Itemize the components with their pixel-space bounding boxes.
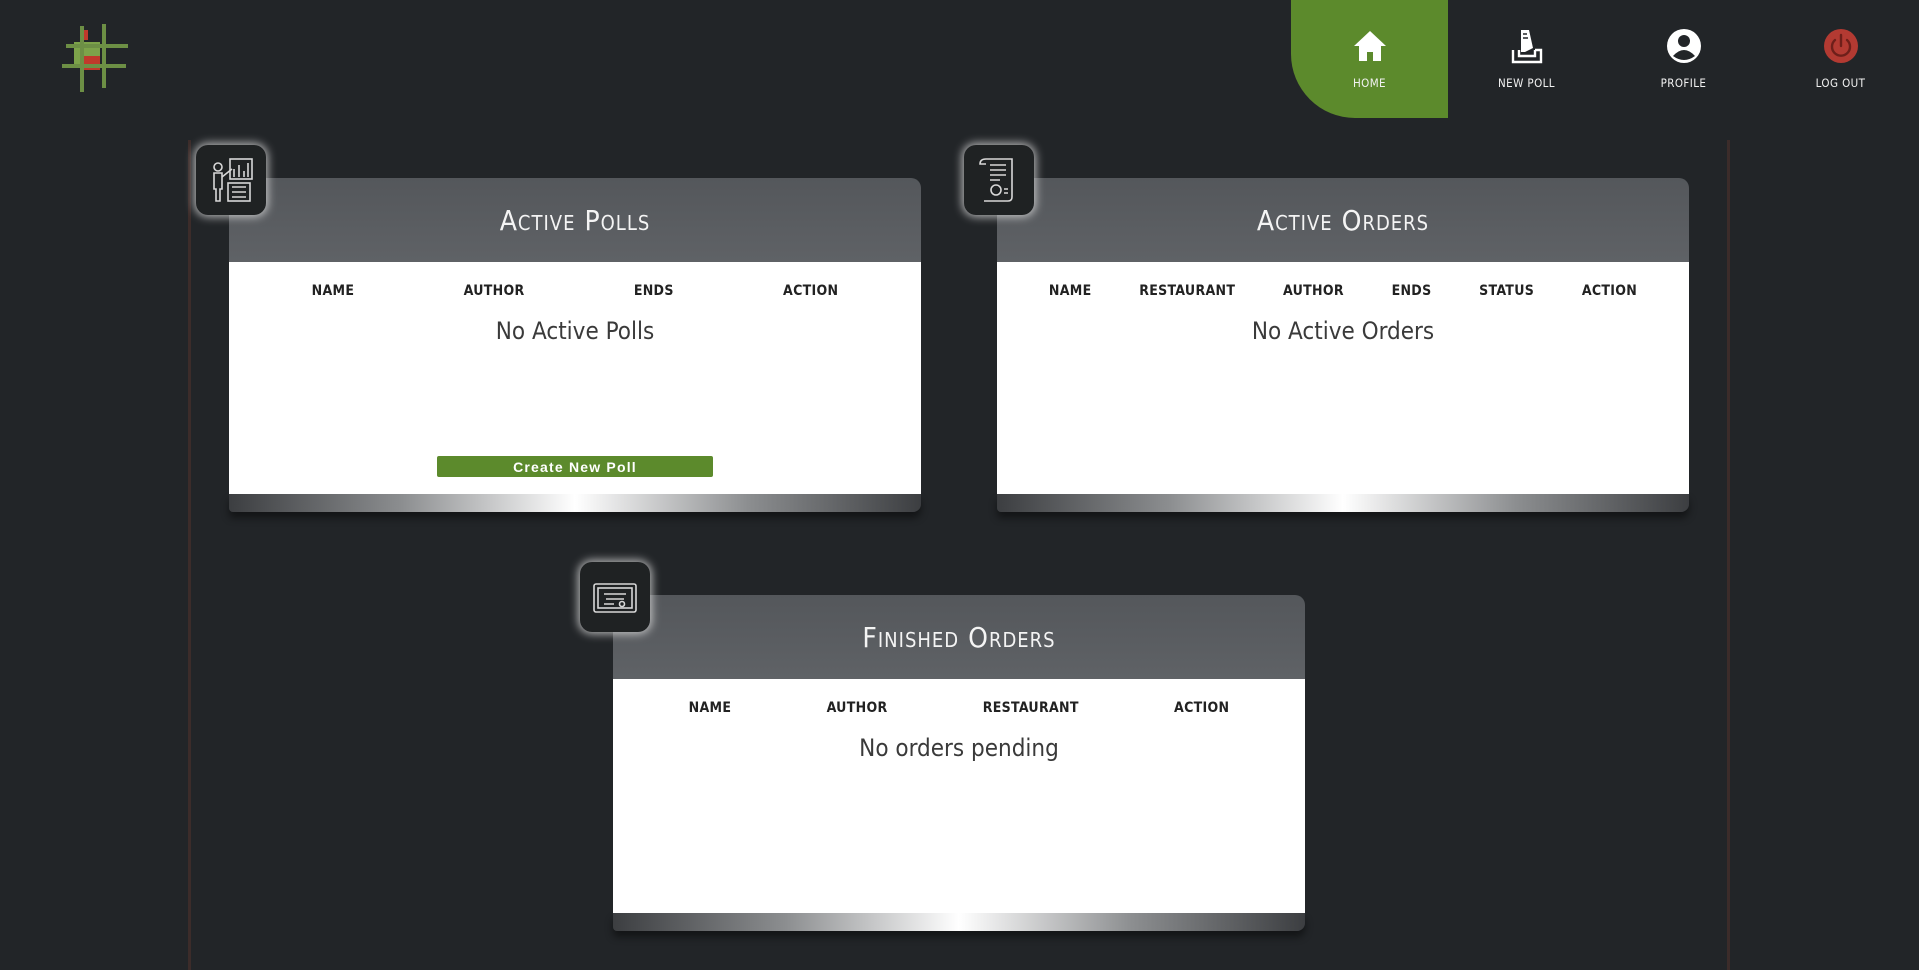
right-rail <box>1727 140 1730 970</box>
nav-profile[interactable]: PROFILE <box>1605 0 1762 118</box>
power-icon <box>1823 29 1858 63</box>
column-header: AUTHOR <box>826 700 888 716</box>
empty-message: No Active Orders <box>1251 317 1435 345</box>
column-header: RESTAURANT <box>982 700 1079 716</box>
card-title: Active Orders <box>1256 203 1430 237</box>
app-logo[interactable] <box>60 22 132 94</box>
nav-home[interactable]: HOME <box>1291 0 1448 118</box>
nav-new-poll-label: NEW POLL <box>1498 76 1555 90</box>
nav-profile-label: PROFILE <box>1660 76 1707 90</box>
card-body: NAME AUTHOR RESTAURANT ACTION No orders … <box>613 679 1305 913</box>
column-header: NAME <box>311 283 355 299</box>
orders-badge <box>964 145 1034 215</box>
column-header: ACTION <box>1581 283 1638 299</box>
column-header: STATUS <box>1479 283 1535 299</box>
presentation-chart-icon <box>213 158 253 202</box>
card-footer <box>997 494 1689 512</box>
column-header: AUTHOR <box>1282 283 1344 299</box>
table-header: NAME RESTAURANT AUTHOR ENDS STATUS ACTIO… <box>997 262 1689 299</box>
column-header: RESTAURANT <box>1139 283 1236 299</box>
active-polls-card: Active Polls NAME AUTHOR ENDS ACTION No … <box>229 178 921 512</box>
user-icon <box>1666 29 1701 63</box>
column-header: ENDS <box>1391 283 1432 299</box>
ballot-box-icon <box>1511 30 1542 64</box>
card-header: Finished Orders <box>613 595 1305 679</box>
finished-badge <box>580 562 650 632</box>
nav-logout-label: LOG OUT <box>1815 76 1866 90</box>
nav-logout[interactable]: LOG OUT <box>1762 0 1919 118</box>
card-body: NAME RESTAURANT AUTHOR ENDS STATUS ACTIO… <box>997 262 1689 494</box>
card-body: NAME AUTHOR ENDS ACTION No Active Polls … <box>229 262 921 494</box>
card-title: Active Polls <box>499 203 651 237</box>
card-header: Active Polls <box>229 178 921 262</box>
card-header: Active Orders <box>997 178 1689 262</box>
column-header: NAME <box>1048 283 1092 299</box>
column-header: ENDS <box>633 283 674 299</box>
active-orders-card: Active Orders NAME RESTAURANT AUTHOR END… <box>997 178 1689 512</box>
card-title: Finished Orders <box>862 620 1056 654</box>
column-header: AUTHOR <box>463 283 525 299</box>
left-rail <box>188 140 191 970</box>
card-footer <box>613 913 1305 931</box>
table-header: NAME AUTHOR RESTAURANT ACTION <box>613 679 1305 716</box>
finished-orders-card: Finished Orders NAME AUTHOR RESTAURANT A… <box>613 595 1305 931</box>
empty-message: No Active Polls <box>495 317 655 345</box>
certificate-icon <box>593 583 637 613</box>
home-icon <box>1353 31 1386 61</box>
nav-home-label: HOME <box>1353 76 1386 90</box>
table-header: NAME AUTHOR ENDS ACTION <box>229 262 921 299</box>
nav-new-poll[interactable]: NEW POLL <box>1448 0 1605 118</box>
polls-badge <box>196 145 266 215</box>
column-header: ACTION <box>1174 700 1230 716</box>
create-new-poll-button[interactable]: Create New Poll <box>437 456 713 477</box>
top-nav: HOME NEW POLL PROFILE LOG OUT <box>1291 0 1919 118</box>
empty-message: No orders pending <box>859 734 1059 762</box>
receipt-scroll-icon <box>979 158 1013 202</box>
column-header: ACTION <box>783 283 839 299</box>
card-footer <box>229 494 921 512</box>
column-header: NAME <box>688 700 732 716</box>
